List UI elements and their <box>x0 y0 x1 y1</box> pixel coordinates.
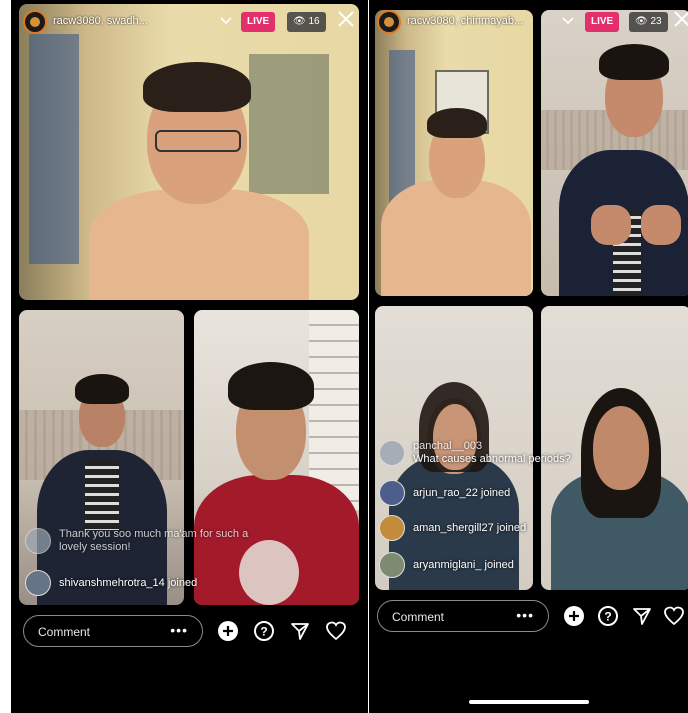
comment-input[interactable]: Comment ••• <box>377 600 549 632</box>
striped-top <box>85 460 119 530</box>
avatar[interactable] <box>379 440 405 466</box>
person-hair <box>427 108 487 138</box>
video-tile-guest-1[interactable] <box>19 310 184 605</box>
chevron-down-icon[interactable] <box>561 14 575 28</box>
comment-text: panchal__003 What causes abnormal periods… <box>413 440 571 465</box>
hand <box>591 205 631 245</box>
comment-placeholder: Comment <box>38 625 91 639</box>
video-tile-speaker[interactable] <box>541 10 688 296</box>
avatar[interactable] <box>379 515 405 541</box>
join-notice: arjun_rao_22 joined <box>379 480 679 508</box>
video-tile-host[interactable] <box>375 10 533 296</box>
join-notice: shivanshmehrotra_14 joined <box>25 570 345 598</box>
viewer-count[interactable]: 👁 23 <box>629 12 668 32</box>
person-hair <box>143 62 251 112</box>
person-body <box>89 189 309 300</box>
heart-icon[interactable] <box>325 620 347 642</box>
send-icon[interactable] <box>289 620 311 642</box>
person-hair <box>228 362 314 410</box>
comment-item[interactable]: panchal__003 What causes abnormal periods… <box>379 440 679 468</box>
join-text: aryanmiglani_ joined <box>413 559 514 571</box>
avatar[interactable] <box>25 528 51 554</box>
live-header: racw3080, swadh... LIVE 👁 16 <box>19 8 360 36</box>
avatar[interactable] <box>25 570 51 596</box>
video-tile-host[interactable] <box>19 4 359 300</box>
person-hair <box>599 44 669 80</box>
host-username[interactable]: racw3080, chinmayab... <box>407 15 523 27</box>
join-notice: aman_shergill27 joined <box>379 515 679 543</box>
curtain <box>29 34 79 264</box>
join-text: arjun_rao_22 joined <box>413 487 511 499</box>
avatar[interactable] <box>377 10 401 34</box>
glasses <box>155 130 241 152</box>
hand <box>641 205 681 245</box>
live-badge: LIVE <box>241 12 276 32</box>
board <box>249 54 329 194</box>
live-badge: LIVE <box>585 12 620 32</box>
add-icon[interactable] <box>217 620 239 642</box>
send-icon[interactable] <box>631 605 653 627</box>
avatar[interactable] <box>23 10 47 34</box>
add-icon[interactable] <box>563 605 585 627</box>
avatar[interactable] <box>379 552 405 578</box>
close-icon[interactable] <box>671 10 688 32</box>
home-indicator[interactable] <box>469 700 589 704</box>
viewer-count[interactable]: 👁 16 <box>287 12 326 32</box>
join-text: aman_shergill27 joined <box>413 522 527 534</box>
host-username[interactable]: racw3080, swadh... <box>53 15 148 27</box>
svg-text:?: ? <box>260 625 267 639</box>
question-icon[interactable]: ? <box>597 605 619 627</box>
close-icon[interactable] <box>335 10 357 32</box>
more-options-icon[interactable]: ••• <box>516 607 534 623</box>
live-stream-screen-left: racw3080, swadh... LIVE 👁 16 Thank you s… <box>11 0 368 713</box>
comment-input[interactable]: Comment ••• <box>23 615 203 647</box>
avatar[interactable] <box>379 480 405 506</box>
question-icon[interactable]: ? <box>253 620 275 642</box>
svg-text:?: ? <box>604 610 611 624</box>
join-notice: aryanmiglani_ joined <box>379 552 679 580</box>
live-stream-screen-right: racw3080, chinmayab... LIVE 👁 23 panchal… <box>369 0 688 713</box>
comment-placeholder: Comment <box>392 610 445 624</box>
heart-icon[interactable] <box>663 605 685 627</box>
comment-item[interactable]: Thank you soo much ma'am for such a lovel… <box>25 528 345 556</box>
video-tile-guest-2[interactable] <box>194 310 359 605</box>
chevron-down-icon[interactable] <box>219 14 233 28</box>
comment-text: Thank you soo much ma'am for such a lovel… <box>59 528 249 553</box>
join-text: shivanshmehrotra_14 joined <box>59 577 198 589</box>
more-options-icon[interactable]: ••• <box>170 622 188 638</box>
person-hair <box>75 374 129 404</box>
live-header: racw3080, chinmayab... LIVE 👁 23 <box>373 8 688 36</box>
